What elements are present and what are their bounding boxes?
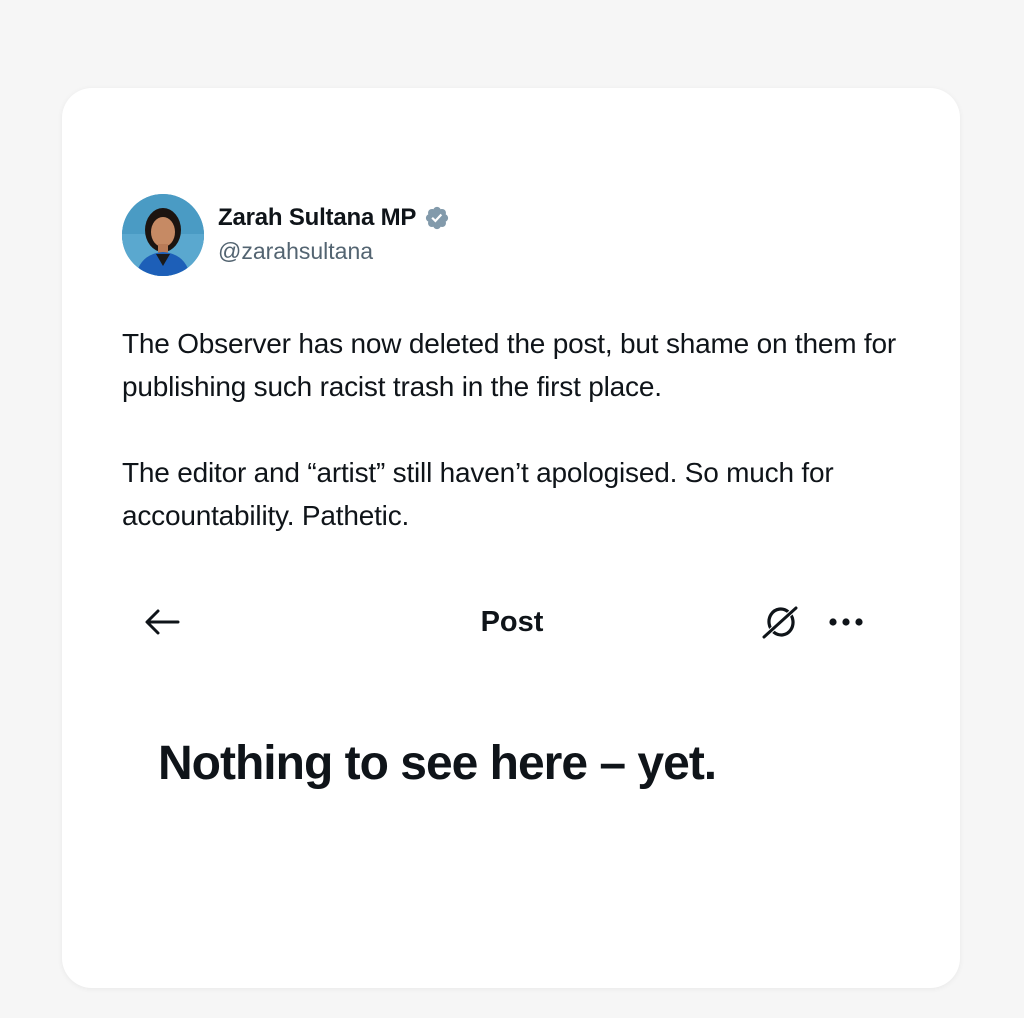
- tweet-paragraph-2: The editor and “artist” still haven’t ap…: [122, 457, 834, 531]
- tweet-body: The Observer has now deleted the post, b…: [122, 322, 912, 537]
- grok-icon[interactable]: [758, 600, 802, 644]
- tweet-card: Zarah Sultana MP @zarahsultana The Obser…: [62, 88, 960, 988]
- tweet-paragraph-1: The Observer has now deleted the post, b…: [122, 328, 896, 402]
- more-horizontal-icon[interactable]: [824, 608, 868, 636]
- avatar[interactable]: [122, 194, 204, 276]
- embedded-post-header: Post: [122, 594, 912, 650]
- author-name-row: Zarah Sultana MP: [218, 202, 450, 234]
- author-handle[interactable]: @zarahsultana: [218, 238, 373, 265]
- empty-state-heading: Nothing to see here – yet.: [158, 737, 717, 790]
- avatar-image: [122, 194, 204, 276]
- author-name[interactable]: Zarah Sultana MP: [218, 204, 416, 232]
- verified-badge-icon: [424, 205, 450, 231]
